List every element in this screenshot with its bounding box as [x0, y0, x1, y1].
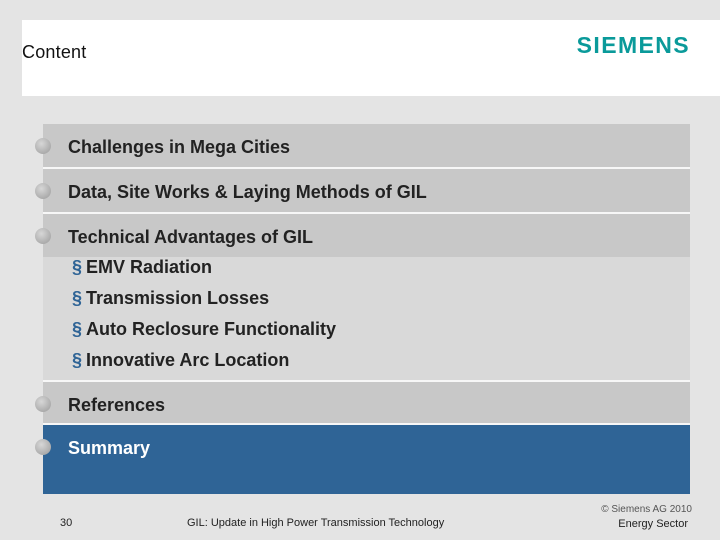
section-marker: §: [72, 319, 83, 339]
toc-label: Summary: [68, 438, 151, 458]
toc-label: Challenges in Mega Cities: [68, 137, 291, 157]
toc-item-references[interactable]: References: [43, 382, 690, 425]
section-marker: §: [72, 257, 83, 277]
bullet-icon: [35, 228, 51, 244]
section-marker: §: [72, 350, 83, 370]
section-marker: §: [72, 288, 83, 308]
siemens-logo: SIEMENS: [576, 32, 690, 58]
bullet-icon: [35, 138, 51, 154]
toc-item-summary[interactable]: Summary: [43, 425, 690, 494]
toc-label: Data, Site Works & Laying Methods of GIL: [68, 182, 427, 202]
bullet-icon: [35, 439, 51, 455]
toc-item-technical[interactable]: Technical Advantages of GIL: [43, 214, 690, 257]
footer-title: GIL: Update in High Power Transmission T…: [187, 517, 445, 529]
page-number: 30: [60, 517, 73, 529]
copyright: © Siemens AG 2010: [601, 504, 692, 515]
bullet-icon: [35, 183, 51, 199]
toc-label: References: [68, 395, 166, 415]
toc-item-challenges[interactable]: Challenges in Mega Cities: [43, 124, 690, 167]
toc-subitem-emv[interactable]: § EMV Radiation: [72, 257, 212, 278]
toc-subitem-arc[interactable]: § Innovative Arc Location: [72, 350, 289, 371]
toc-subitem-reclosure[interactable]: § Auto Reclosure Functionality: [72, 319, 336, 340]
page-title: Content: [22, 42, 87, 62]
toc-subitem-transmission[interactable]: § Transmission Losses: [72, 288, 269, 309]
toc-label: Technical Advantages of GIL: [68, 227, 314, 247]
footer-sector: Energy Sector: [618, 518, 688, 530]
bullet-icon: [35, 396, 51, 412]
toc-item-data-site[interactable]: Data, Site Works & Laying Methods of GIL: [43, 169, 690, 212]
